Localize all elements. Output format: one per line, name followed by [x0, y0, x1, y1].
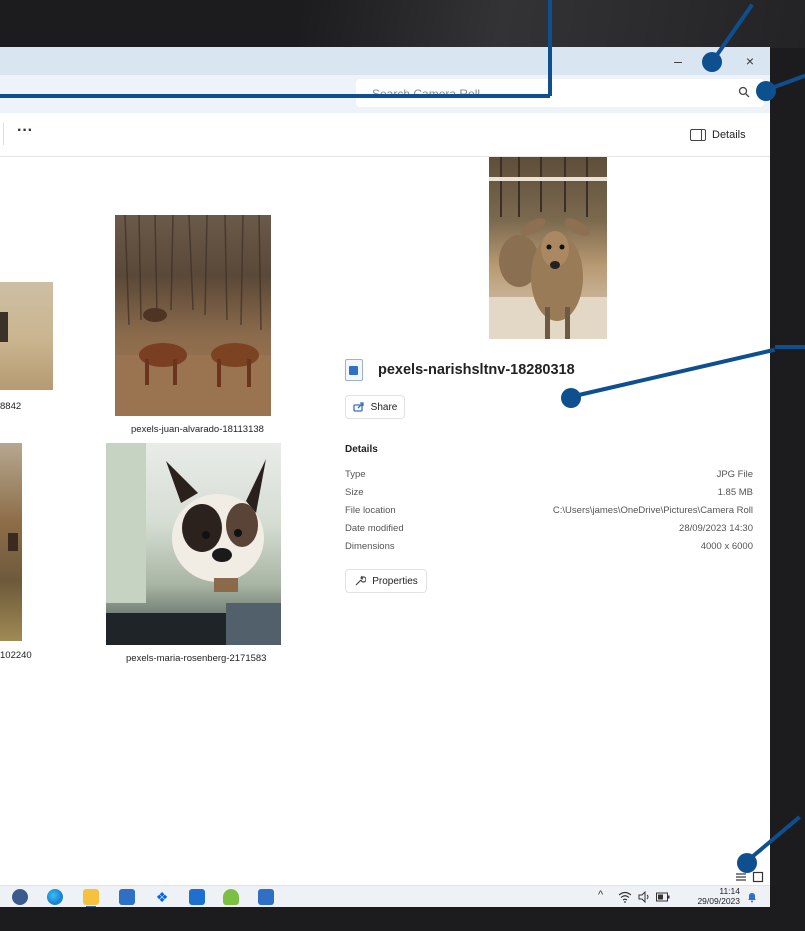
- property-row-type: Type JPG File: [345, 469, 753, 485]
- file-caption[interactable]: pexels-juan-alvarado-18113138: [131, 424, 264, 435]
- clock[interactable]: 11:14 29/09/2023: [684, 886, 740, 906]
- file-caption[interactable]: pexels-maria-rosenberg-2171583: [126, 653, 266, 664]
- volume-icon[interactable]: [638, 891, 650, 903]
- file-caption[interactable]: 8842: [0, 401, 21, 412]
- close-button[interactable]: ×: [736, 51, 764, 71]
- horses-photo-image: [115, 215, 271, 416]
- property-key: Dimensions: [345, 541, 395, 552]
- bulldog-photo-image: [106, 443, 281, 645]
- image-file-icon: [345, 359, 363, 381]
- title-bar: – ×: [0, 47, 770, 75]
- details-button-label: Details: [712, 129, 746, 141]
- details-pane-icon: [690, 129, 706, 141]
- store-icon[interactable]: [258, 889, 274, 905]
- property-value: 1.85 MB: [717, 487, 753, 498]
- app-icon[interactable]: [189, 889, 205, 905]
- share-button[interactable]: Share: [345, 395, 405, 419]
- file-title: pexels-narishsltnv-18280318: [345, 357, 575, 383]
- status-bar: [0, 869, 770, 885]
- file-caption[interactable]: 102240: [0, 650, 32, 661]
- property-row-dimensions: Dimensions 4000 x 6000: [345, 541, 753, 557]
- content-area: 8842 pexels-juan-alvarado-18113138 10224…: [0, 157, 770, 869]
- property-key: Date modified: [345, 523, 404, 534]
- share-label: Share: [370, 401, 398, 413]
- search-icon[interactable]: [738, 86, 750, 98]
- edge-browser-icon[interactable]: [47, 889, 63, 905]
- properties-label: Properties: [372, 575, 418, 587]
- chevron-up-icon[interactable]: ^: [598, 889, 603, 901]
- deer-photo-image: [489, 157, 607, 339]
- file-thumbnail[interactable]: [0, 443, 22, 641]
- active-app-indicator: [86, 906, 96, 907]
- property-value: JPG File: [716, 469, 753, 480]
- file-explorer-window: – × ··· Details 8842: [0, 47, 770, 907]
- file-name: pexels-narishsltnv-18280318: [378, 362, 575, 378]
- mail-icon[interactable]: [119, 889, 135, 905]
- clock-time: 11:14: [719, 886, 740, 896]
- details-pane: pexels-narishsltnv-18280318 Share Detail…: [326, 157, 770, 869]
- more-options-button[interactable]: ···: [12, 123, 38, 145]
- property-key: Size: [345, 487, 364, 498]
- property-value[interactable]: C:\Users\james\OneDrive\Pictures\Camera …: [553, 505, 753, 516]
- property-value: 28/09/2023 14:30: [679, 523, 753, 534]
- property-value: 4000 x 6000: [700, 541, 753, 552]
- file-explorer-icon[interactable]: [83, 889, 99, 905]
- toolbar-divider: [3, 123, 4, 145]
- battery-icon[interactable]: [656, 892, 670, 902]
- taskbar: ❖ ^ 11:14 29/09/2023: [0, 885, 770, 907]
- notification-bell-icon[interactable]: [746, 891, 758, 903]
- callout-line: [775, 345, 805, 349]
- command-bar: ··· Details: [0, 113, 770, 157]
- large-icons-view-icon[interactable]: [752, 871, 764, 883]
- properties-button[interactable]: Properties: [345, 569, 427, 593]
- callout-line: [548, 0, 552, 96]
- file-preview-image: [489, 157, 607, 339]
- file-thumbnail[interactable]: [106, 443, 281, 645]
- file-thumbnail[interactable]: [115, 215, 271, 416]
- wifi-icon[interactable]: [618, 891, 632, 903]
- share-icon: [353, 402, 364, 412]
- file-thumbnail[interactable]: [0, 282, 53, 390]
- details-pane-button[interactable]: Details: [690, 125, 746, 145]
- property-key: File location: [345, 505, 396, 516]
- app-icon[interactable]: [223, 889, 239, 905]
- search-box[interactable]: [356, 79, 764, 109]
- clock-date: 29/09/2023: [697, 896, 740, 906]
- callout-line: [0, 94, 550, 98]
- minimize-button[interactable]: –: [664, 51, 692, 71]
- property-row-location: File location C:\Users\james\OneDrive\Pi…: [345, 505, 753, 521]
- property-key: Type: [345, 469, 366, 480]
- property-row-size: Size 1.85 MB: [345, 487, 753, 503]
- dropbox-icon[interactable]: ❖: [154, 889, 170, 905]
- property-row-date-modified: Date modified 28/09/2023 14:30: [345, 523, 753, 539]
- task-view-icon[interactable]: [12, 889, 28, 905]
- details-heading: Details: [345, 444, 378, 455]
- wrench-icon: [355, 575, 367, 586]
